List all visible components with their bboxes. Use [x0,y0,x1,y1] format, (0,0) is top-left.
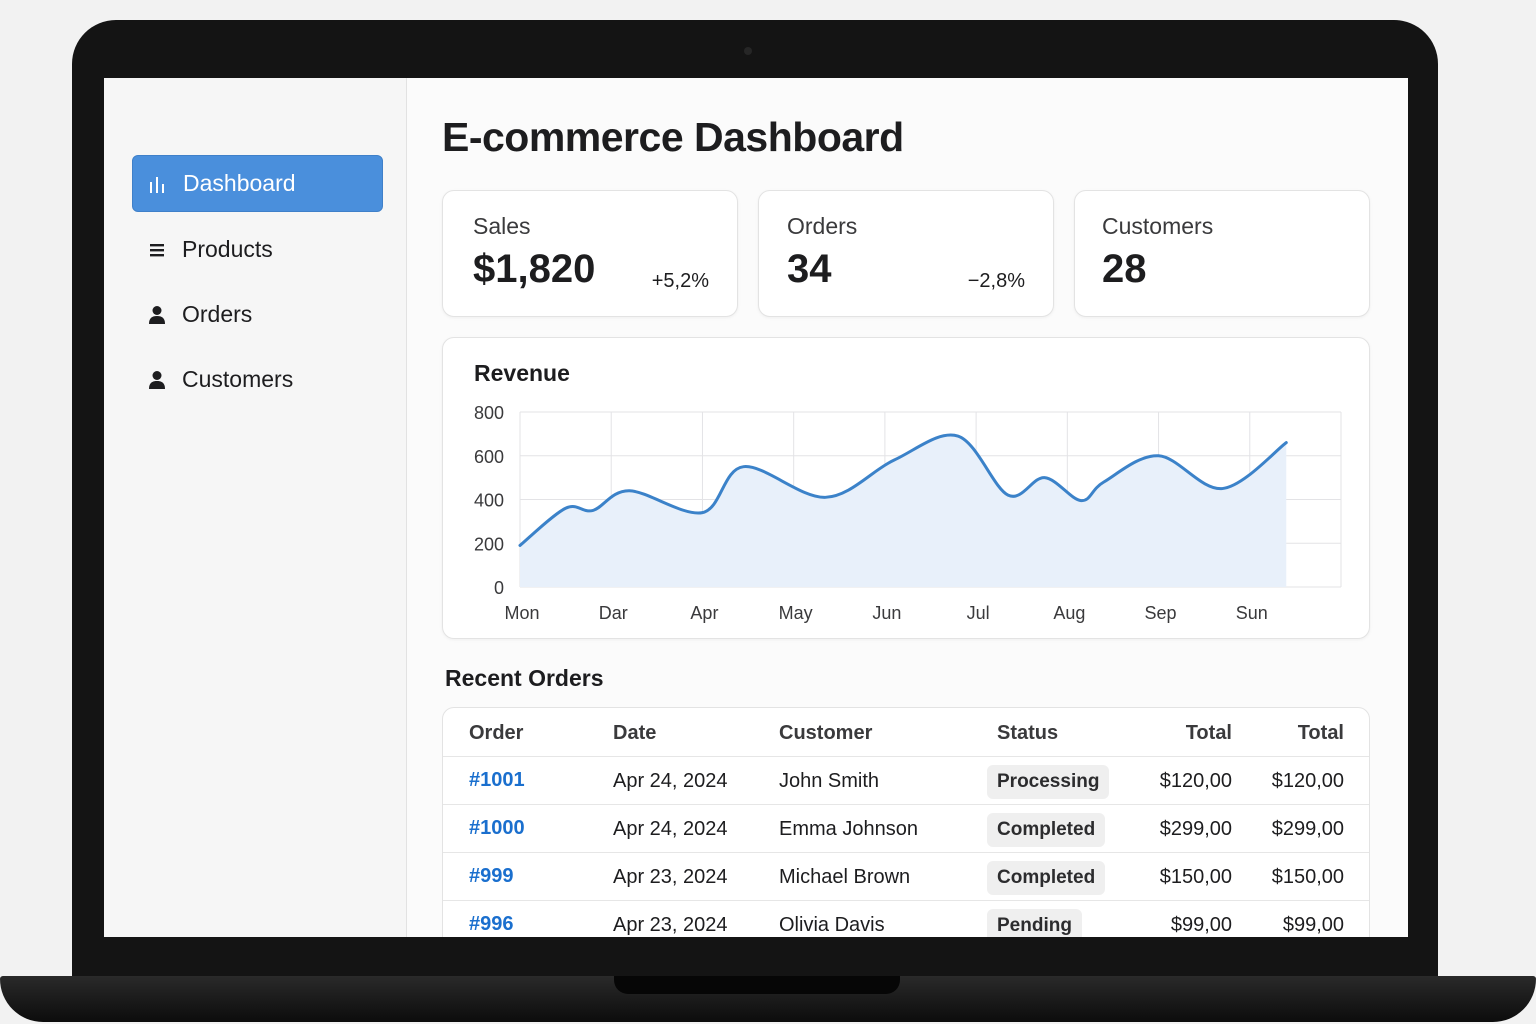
y-tick-label: 200 [474,534,504,554]
stat-label: Customers [1102,213,1214,239]
status-cell: Pending [987,901,1082,937]
order-customer: Olivia Davis [779,914,885,936]
stat-value: $1,820 [473,247,596,291]
order-total: $299,00 [1271,818,1344,840]
camera-dot [744,47,752,55]
stat-value: 28 [1102,247,1147,291]
table-row[interactable]: #996 Apr 23, 2024 Olivia Davis Pending $… [443,900,1369,937]
order-date: Apr 24, 2024 [613,770,728,792]
page-title: E-commerce Dashboard [442,114,904,160]
status-badge: Processing [987,765,1110,799]
table-header: Order Date Customer Status Total Total [443,708,1369,756]
column-header: Status [997,722,1059,744]
order-total: $150,00 [1159,866,1232,888]
order-date: Apr 24, 2024 [613,818,728,840]
status-badge: Pending [987,909,1082,937]
x-tick-label: May [779,603,813,623]
stat-card-orders: Orders 34 −2,8% [758,190,1054,317]
status-cell: Completed [987,853,1106,901]
x-tick-label: Jun [872,603,901,623]
stat-label: Orders [787,213,858,239]
x-tick-label: Dar [599,603,628,623]
laptop-notch [614,976,900,994]
status-cell: Processing [987,757,1110,805]
order-total: $99,00 [1170,914,1232,936]
order-link[interactable]: #996 [469,901,514,937]
y-tick-label: 600 [474,447,504,467]
column-header: Total [1185,722,1232,744]
recent-orders-title: Recent Orders [445,665,604,691]
orders-table: Order Date Customer Status Total Total #… [442,707,1370,937]
order-link[interactable]: #1001 [469,757,525,805]
order-link[interactable]: #999 [469,853,514,901]
sidebar-item-products[interactable]: Products [132,221,383,278]
column-header: Total [1297,722,1344,744]
x-tick-label: Sun [1236,603,1268,623]
x-tick-label: Sep [1145,603,1177,623]
order-customer: John Smith [779,770,880,792]
order-total: $299,00 [1159,818,1232,840]
column-header: Order [469,722,524,744]
order-customer: Michael Brown [779,866,911,888]
revenue-area [520,435,1287,587]
stat-value: 34 [787,247,832,291]
x-tick-label: Apr [690,603,718,623]
bar-chart-icon [147,173,169,195]
order-date: Apr 23, 2024 [613,914,728,936]
sidebar-item-orders[interactable]: Orders [132,286,383,343]
status-cell: Completed [987,805,1106,853]
table-row[interactable]: #1000 Apr 24, 2024 Emma Johnson Complete… [443,804,1369,853]
x-tick-label: Mon [504,603,539,623]
list-icon [146,239,168,261]
x-tick-label: Aug [1053,603,1085,623]
order-total: $99,00 [1282,914,1344,936]
sidebar: Dashboard Products Orders Customers [104,78,407,937]
order-total: $120,00 [1159,770,1232,792]
table-row[interactable]: #999 Apr 23, 2024 Michael Brown Complete… [443,852,1369,901]
sidebar-item-dashboard[interactable]: Dashboard [132,155,383,212]
y-tick-label: 400 [474,491,504,511]
y-tick-label: 0 [494,578,504,598]
revenue-chart: 0 200 400 600 800 Mon Dar Apr May Jun Jul Aug Sep Sun [474,403,1342,623]
table-row[interactable]: #1001 Apr 24, 2024 John Smith Processing… [443,756,1369,805]
sidebar-item-label: Orders [182,301,253,327]
stat-change: −2,8% [967,270,1025,292]
y-tick-label: 800 [474,403,504,423]
stat-label: Sales [473,213,531,239]
sidebar-item-label: Customers [182,366,294,392]
order-customer: Emma Johnson [779,818,918,840]
person-icon [146,369,168,391]
stat-card-customers: Customers 28 [1074,190,1370,317]
sidebar-item-label: Products [182,236,273,262]
order-total: $150,00 [1271,866,1344,888]
order-date: Apr 23, 2024 [613,866,728,888]
column-header: Customer [779,722,873,744]
column-header: Date [613,722,657,744]
x-tick-label: Jul [967,603,990,623]
app-screen: Dashboard Products Orders Customers E-co… [104,78,1408,937]
sidebar-item-customers[interactable]: Customers [132,351,383,408]
sidebar-item-label: Dashboard [183,170,296,196]
stat-card-sales: Sales $1,820 +5,2% [442,190,738,317]
order-total: $120,00 [1271,770,1344,792]
stat-change: +5,2% [651,270,709,292]
order-link[interactable]: #1000 [469,805,525,853]
status-badge: Completed [987,861,1106,895]
status-badge: Completed [987,813,1106,847]
person-icon [146,304,168,326]
revenue-chart-card: Revenue 0 200 400 600 800 Mon Dar Apr May Jun Jul A… [442,337,1370,639]
